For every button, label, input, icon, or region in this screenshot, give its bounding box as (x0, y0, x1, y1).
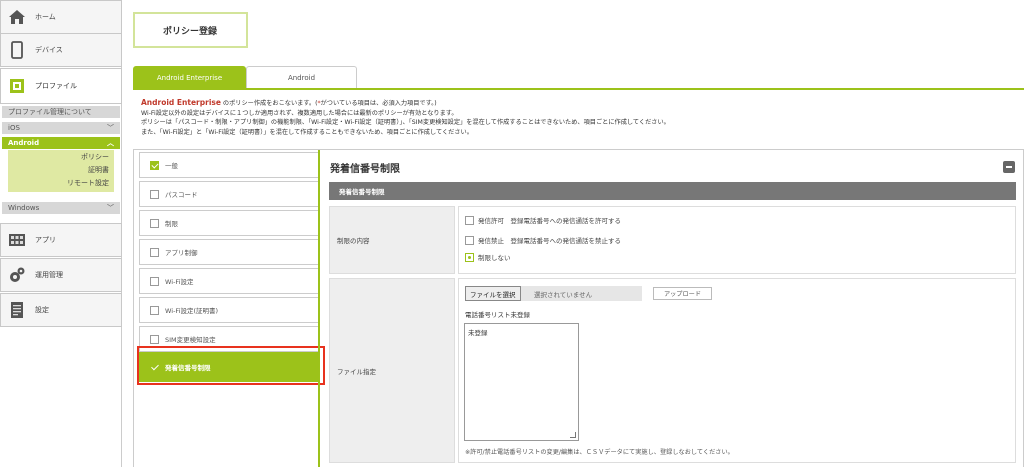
sidebar-item-profile[interactable]: プロファイル (0, 68, 122, 104)
tab-android-enterprise[interactable]: Android Enterprise (133, 66, 246, 89)
phone-list-status: 電話番号リスト未登録 (465, 311, 530, 319)
upload-button[interactable]: アップロード (653, 287, 712, 300)
sidebar: ホーム デバイス プロファイル プロファイル管理について iOS ﹀ Andro… (0, 0, 122, 467)
radio[interactable] (465, 215, 474, 225)
sidebar-sub-android[interactable]: Android ︿ (2, 137, 120, 149)
file-status: 選択されていません (534, 291, 593, 299)
tab-android[interactable]: Android (246, 66, 357, 89)
sidebar-item-settings[interactable]: 設定 (0, 293, 122, 327)
sidebar-item-label: 設定 (35, 306, 49, 314)
option-no-restriction[interactable]: 制限しない (465, 252, 511, 262)
sidebar-item-label: 運用管理 (35, 271, 63, 279)
highlight-box (137, 346, 325, 385)
resize-handle[interactable] (570, 432, 576, 438)
restriction-label: 制限の内容 (329, 206, 455, 274)
android-submenu: ポリシー 証明書 リモート設定 (8, 150, 114, 192)
sidebar-item-home[interactable]: ホーム (0, 0, 122, 34)
policy-item-restriction[interactable]: 制限 (139, 210, 319, 236)
sidebar-item-label: ホーム (35, 13, 56, 21)
policy-item-passcode[interactable]: パスコード (139, 181, 319, 207)
file-label: ファイル指定 (329, 278, 455, 463)
policy-item-general[interactable]: 一般 (139, 152, 319, 178)
restriction-options: 発信許可 登録電話番号への発信通話を許可する 発信禁止 登録電話番号への発信通話… (458, 206, 1016, 274)
option-allow-outgoing[interactable]: 発信許可 登録電話番号への発信通話を許可する (465, 215, 621, 225)
sidebar-item-label: プロファイル (35, 82, 77, 90)
chevron-up-icon: ︿ (107, 139, 114, 147)
checkbox[interactable] (150, 247, 159, 257)
foot-note: ※許可/禁止電話番号リストの変更/編集は、ＣＳＶデータにて実施し、登録しなおして… (465, 449, 734, 456)
sidebar-item-label: デバイス (35, 46, 63, 54)
app-grid-icon (7, 230, 27, 250)
android-sub-certificate[interactable]: 証明書 (8, 164, 114, 176)
checkbox[interactable] (150, 305, 159, 315)
section-bar: 発着信番号制限 (329, 182, 1016, 200)
gears-icon (7, 265, 27, 285)
android-sub-policy[interactable]: ポリシー (8, 151, 114, 163)
choose-file-button[interactable]: ファイルを選択 (465, 286, 521, 301)
policy-item-wifi[interactable]: Wi-Fi設定 (139, 268, 319, 294)
radio-selected[interactable] (465, 252, 474, 262)
profile-icon (7, 76, 27, 96)
policy-item-app-control[interactable]: アプリ制御 (139, 239, 319, 265)
document-icon (7, 300, 27, 320)
sidebar-item-device[interactable]: デバイス (0, 33, 122, 67)
android-sub-remote[interactable]: リモート設定 (8, 177, 114, 189)
tab-underline (133, 88, 1024, 90)
sidebar-item-label: アプリ (35, 236, 56, 244)
checkbox[interactable] (150, 218, 159, 228)
chevron-down-icon: ﹀ (107, 124, 114, 132)
option-deny-outgoing[interactable]: 発信禁止 登録電話番号への発信通話を禁止する (465, 235, 621, 245)
collapse-button[interactable] (1003, 161, 1015, 173)
checkbox[interactable] (150, 334, 159, 344)
phone-list-textarea[interactable]: 未登録 (464, 323, 579, 441)
sidebar-sub-windows[interactable]: Windows ﹀ (2, 202, 120, 214)
section-title: 発着信番号制限 (330, 164, 400, 175)
radio[interactable] (465, 235, 474, 245)
smartphone-icon (7, 40, 27, 60)
file-section: ファイルを選択 選択されていません アップロード 電話番号リスト未登録 未登録 … (458, 278, 1016, 463)
policy-item-wifi-cert[interactable]: Wi-Fi設定(証明書) (139, 297, 319, 323)
sidebar-sub-ios[interactable]: iOS ﹀ (2, 122, 120, 134)
checkbox[interactable] (150, 276, 159, 286)
sidebar-item-operation[interactable]: 運用管理 (0, 258, 122, 292)
page-title: ポリシー登録 (133, 12, 248, 48)
checkbox[interactable] (150, 189, 159, 199)
policy-notes: Android Enterprise のポリシー作成をおこないます。(*がついて… (141, 98, 670, 136)
divider (318, 150, 320, 467)
home-icon (7, 7, 27, 27)
sidebar-item-app[interactable]: アプリ (0, 223, 122, 257)
chevron-down-icon: ﹀ (107, 204, 114, 212)
checkbox[interactable] (150, 160, 159, 170)
notes-brand: Android Enterprise (141, 98, 221, 107)
sidebar-sub-profile-about[interactable]: プロファイル管理について (2, 106, 120, 118)
